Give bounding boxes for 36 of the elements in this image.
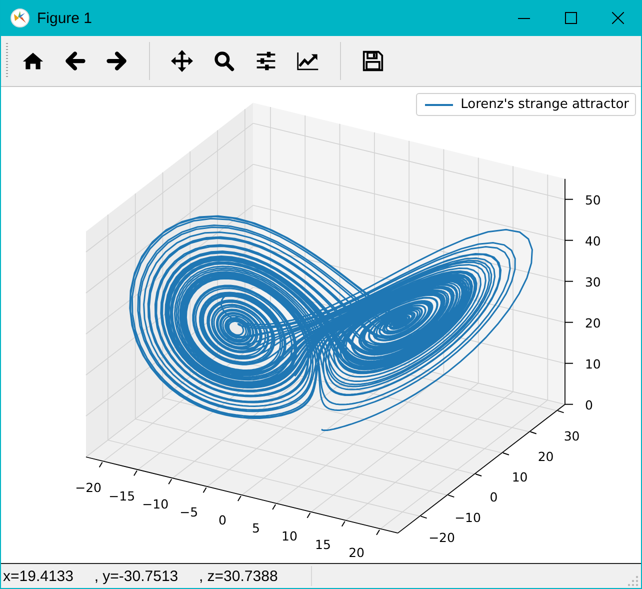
tick-label: −10	[454, 510, 481, 525]
close-icon	[612, 12, 624, 24]
home-icon	[22, 50, 44, 72]
tick-label: 20	[585, 315, 601, 330]
tick-label: −10	[142, 496, 169, 512]
tick-label: −20	[428, 530, 455, 546]
tick-label: 50	[585, 192, 601, 208]
tick-label: 30	[585, 274, 601, 290]
legend-line-sample	[424, 104, 453, 106]
legend-label: Lorenz's strange attractor	[460, 97, 629, 112]
tick-label: −15	[108, 488, 136, 504]
sliders-icon	[255, 50, 277, 72]
right-arrow-icon	[106, 50, 128, 72]
tick-label: 10	[282, 528, 298, 544]
tick-label: −20	[75, 480, 102, 496]
tick-label: 40	[585, 233, 601, 248]
tick-label: −5	[180, 504, 198, 520]
left-arrow-icon	[64, 50, 86, 72]
app-icon	[10, 8, 30, 28]
cursor-coordinates: x=19.4133 , y=-30.7513 , z=30.7388	[3, 568, 279, 584]
search-icon	[213, 50, 235, 72]
tick-label: 0	[218, 512, 226, 528]
tick-label: 10	[585, 356, 601, 372]
size-grip-icon[interactable]	[628, 576, 638, 586]
tick-label: 20	[538, 448, 554, 464]
tick-label: 0	[585, 397, 593, 412]
tick-label: 20	[348, 544, 364, 560]
window-title: Figure 1	[37, 10, 92, 26]
tick-label: 30	[564, 428, 580, 444]
four-way-arrow-icon	[171, 50, 193, 72]
tick-label: 10	[512, 469, 528, 484]
tick-label: 15	[315, 536, 331, 552]
line-chart-icon	[297, 50, 319, 72]
tick-label: 0	[490, 490, 498, 505]
maximize-icon	[564, 12, 576, 24]
tick-label: 5	[252, 520, 260, 536]
